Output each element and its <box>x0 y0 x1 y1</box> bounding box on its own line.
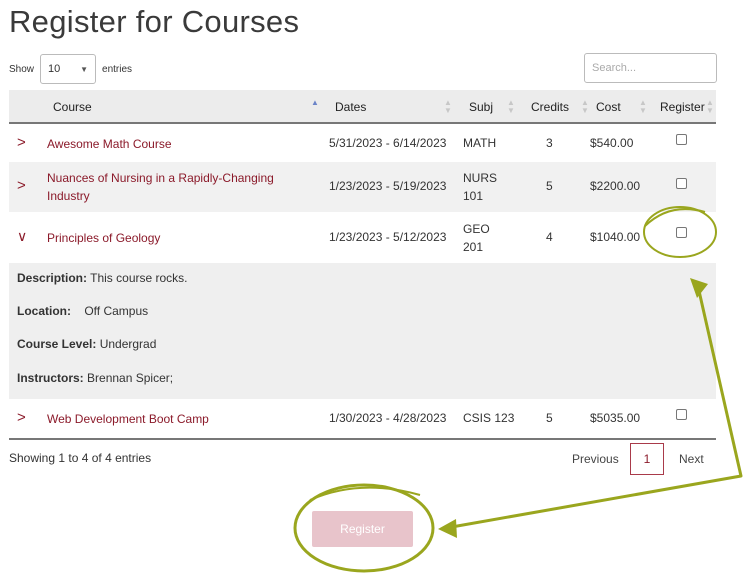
detail-value: Undergrad <box>99 337 157 351</box>
course-link[interactable]: Awesome Math Course <box>47 135 172 153</box>
subject-line: NURS <box>463 171 498 185</box>
courses-table: Course ▲ Dates ▲ ▼ Subj ▲ ▼ Credits ▲ ▼ Cos… <box>9 90 716 124</box>
column-label: Subj <box>469 100 494 114</box>
detail-label: Description: <box>17 271 88 285</box>
column-label: Credits <box>531 100 570 114</box>
column-header-subj[interactable]: Subj ▲ ▼ <box>469 90 519 124</box>
chevron-right-icon[interactable]: > <box>17 177 26 194</box>
detail-label: Location: <box>17 304 71 318</box>
sort-both-icon: ▲ ▼ <box>581 98 589 115</box>
entries-label: entries <box>102 63 133 75</box>
course-detail-panel: Description: This course rocks. Location… <box>9 263 716 399</box>
table-header: Course ▲ Dates ▲ ▼ Subj ▲ ▼ Credits ▲ ▼ Cos… <box>9 90 716 124</box>
entries-length-control: Show 10 ▼ entries <box>9 54 132 84</box>
course-dates: 5/31/2023 - 6/14/2023 <box>329 136 447 150</box>
search-input[interactable] <box>584 53 717 83</box>
table-row: > Web Development Boot Camp 1/30/2023 - … <box>9 400 716 437</box>
detail-value: Off Campus <box>84 304 149 318</box>
course-dates: 1/30/2023 - 4/28/2023 <box>329 411 447 425</box>
column-header-cost[interactable]: Cost ▲ ▼ <box>596 90 647 124</box>
detail-description: Description: This course rocks. <box>17 271 188 285</box>
column-label: Cost <box>596 100 621 114</box>
course-link[interactable]: Web Development Boot Camp <box>47 410 209 428</box>
register-checkbox[interactable] <box>676 134 687 145</box>
chevron-right-icon[interactable]: > <box>17 409 26 426</box>
course-dates: 1/23/2023 - 5/19/2023 <box>329 179 447 193</box>
column-header-credits[interactable]: Credits ▲ ▼ <box>531 90 591 124</box>
column-header-course[interactable]: Course ▲ <box>53 90 323 124</box>
column-label: Dates <box>335 100 367 114</box>
course-cost: $1040.00 <box>590 230 641 244</box>
pagination-page-1[interactable]: 1 <box>630 443 664 475</box>
sort-both-icon: ▲ ▼ <box>507 98 515 115</box>
column-label: Course <box>53 100 92 114</box>
register-checkbox[interactable] <box>676 227 687 238</box>
course-subject: MATH <box>463 136 497 150</box>
course-dates: 1/23/2023 - 5/12/2023 <box>329 230 447 244</box>
course-cost: $5035.00 <box>590 411 641 425</box>
detail-course-level: Course Level: Undergrad <box>17 337 156 351</box>
page-title: Register for Courses <box>9 4 300 39</box>
course-credits: 5 <box>546 179 553 193</box>
column-header-dates[interactable]: Dates ▲ ▼ <box>335 90 455 124</box>
course-cost: $540.00 <box>590 136 634 150</box>
register-checkbox[interactable] <box>676 178 687 189</box>
sort-both-icon: ▲ ▼ <box>639 98 647 115</box>
course-subject: CSIS 123 <box>463 411 515 425</box>
course-credits: 5 <box>546 411 553 425</box>
chevron-down-icon: ▼ <box>80 64 89 74</box>
table-row: > Nuances of Nursing in a Rapidly-Changi… <box>9 162 716 212</box>
detail-value: This course rocks. <box>90 271 188 285</box>
detail-label: Instructors: <box>17 371 84 385</box>
pagination-previous[interactable]: Previous <box>572 443 619 475</box>
course-credits: 4 <box>546 230 553 244</box>
table-bottom-rule <box>9 438 716 440</box>
sort-both-icon: ▲ ▼ <box>444 98 452 115</box>
entries-per-page-value: 10 <box>48 63 61 75</box>
course-link[interactable]: Nuances of Nursing in a Rapidly-Changing… <box>47 169 274 205</box>
subject-line: 101 <box>463 189 484 203</box>
pagination-next[interactable]: Next <box>679 443 704 475</box>
table-row: > Awesome Math Course 5/31/2023 - 6/14/2… <box>9 126 716 162</box>
detail-instructors: Instructors: Brennan Spicer; <box>17 371 173 385</box>
sort-asc-icon: ▲ <box>311 98 319 107</box>
circle-overlap-stroke <box>309 486 421 501</box>
course-credits: 3 <box>546 136 553 150</box>
course-subject: GEO 201 <box>463 220 490 256</box>
chevron-right-icon[interactable]: > <box>17 134 26 151</box>
detail-location: Location: Off Campus <box>17 304 148 318</box>
column-header-register[interactable]: Register ▲ ▼ <box>660 90 716 124</box>
arrow-head-icon <box>438 519 457 538</box>
course-link-line: Industry <box>47 189 90 203</box>
table-info: Showing 1 to 4 of 4 entries <box>9 451 152 465</box>
sort-both-icon: ▲ ▼ <box>706 98 714 115</box>
table-row: ∨ Principles of Geology 1/23/2023 - 5/12… <box>9 212 716 263</box>
chevron-down-icon[interactable]: ∨ <box>17 228 27 245</box>
show-label: Show <box>9 63 35 75</box>
course-link[interactable]: Principles of Geology <box>47 229 160 247</box>
course-cost: $2200.00 <box>590 179 641 193</box>
detail-value: Brennan Spicer; <box>87 371 174 385</box>
register-button[interactable]: Register <box>312 511 413 547</box>
subject-line: GEO <box>463 222 490 236</box>
course-link-line: Nuances of Nursing in a Rapidly-Changing <box>47 171 274 185</box>
column-label: Register <box>660 100 705 114</box>
register-checkbox[interactable] <box>676 409 687 420</box>
course-subject: NURS 101 <box>463 169 497 205</box>
entries-per-page-select[interactable]: 10 ▼ <box>40 54 97 84</box>
subject-line: 201 <box>463 240 484 254</box>
detail-label: Course Level: <box>17 337 97 351</box>
